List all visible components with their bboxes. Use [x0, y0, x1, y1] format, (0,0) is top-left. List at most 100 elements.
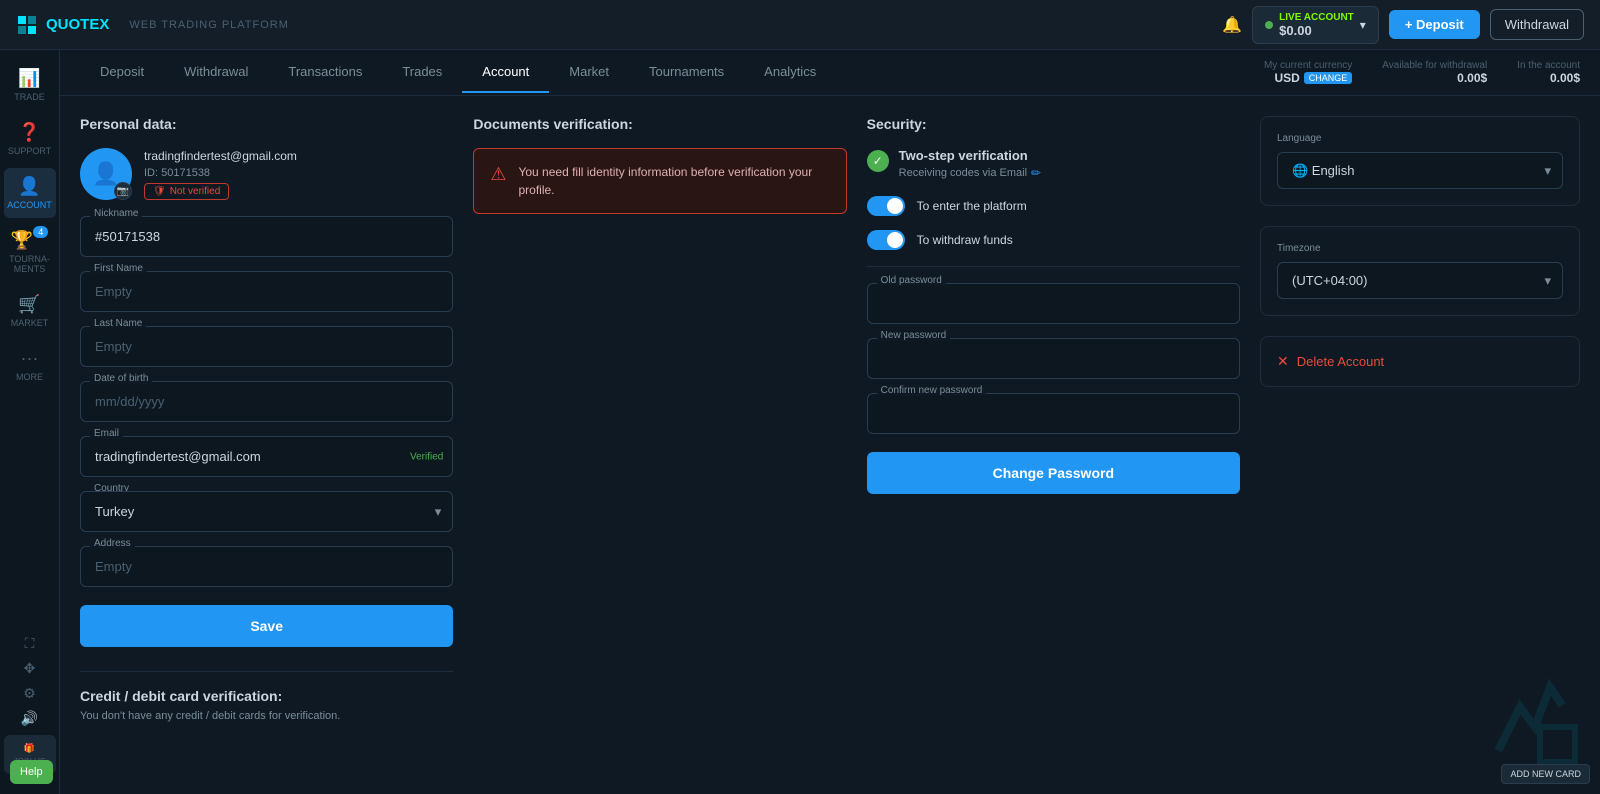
sidebar-item-account[interactable]: 👤 ACCOUNT [4, 168, 56, 218]
logo: QUOTEX [16, 14, 109, 36]
tab-tournaments[interactable]: Tournaments [629, 52, 744, 93]
address-input[interactable] [80, 546, 453, 587]
main-content: Deposit Withdrawal Transactions Trades A… [60, 50, 1600, 794]
country-select[interactable]: Turkey United States Germany [80, 491, 453, 532]
live-label: LIVE ACCOUNT [1279, 12, 1354, 23]
volume-icon[interactable]: 🔊 [21, 710, 38, 727]
add-new-card-button[interactable]: ADD NEW CARD [1501, 764, 1590, 784]
toggle-withdraw[interactable] [867, 230, 905, 250]
toggle-withdraw-label: To withdraw funds [917, 233, 1013, 247]
email-label: Email [90, 428, 123, 439]
documents-section: Documents verification: ⚠ You need fill … [473, 116, 846, 722]
nickname-field: Nickname [80, 216, 453, 257]
profile-info: tradingfindertest@gmail.com ID: 50171538… [144, 149, 297, 200]
email-field: Email Verified [80, 436, 453, 477]
available-withdrawal: Available for withdrawal 0.00$ [1382, 60, 1487, 85]
toggle-platform-label: To enter the platform [917, 199, 1027, 213]
first-name-input[interactable] [80, 271, 453, 312]
sidebar-item-trade[interactable]: 📊 TRADE [4, 60, 56, 110]
tab-market[interactable]: Market [549, 52, 629, 93]
sidebar-item-support[interactable]: ❓ SUPPORT [4, 114, 56, 164]
live-account-button[interactable]: LIVE ACCOUNT $0.00 ▾ [1252, 6, 1379, 44]
currency-bar: My current currency USD CHANGE Available… [1264, 60, 1580, 85]
edit-icon[interactable]: ✏ [1031, 166, 1041, 180]
in-account: In the account 0.00$ [1517, 60, 1580, 85]
timezone-select[interactable]: (UTC+04:00) (UTC+00:00) (UTC-05:00) [1277, 262, 1563, 299]
dob-input[interactable] [80, 381, 453, 422]
security-title: Security: [867, 116, 1240, 132]
tab-analytics[interactable]: Analytics [744, 52, 836, 93]
topbar-right: 🔔 LIVE ACCOUNT $0.00 ▾ + Deposit Withdra… [1222, 6, 1584, 44]
deposit-button[interactable]: + Deposit [1389, 10, 1480, 39]
notification-bell[interactable]: 🔔 [1222, 15, 1242, 35]
language-select-wrapper: 🌐 English 🌐 Turkish 🌐 Russian [1277, 152, 1563, 189]
profile-email: tradingfindertest@gmail.com [144, 149, 297, 163]
live-dot [1265, 21, 1273, 29]
tab-transactions[interactable]: Transactions [268, 52, 382, 93]
nickname-input[interactable] [80, 216, 453, 257]
last-name-input[interactable] [80, 326, 453, 367]
email-input[interactable] [80, 436, 453, 477]
old-password-label: Old password [877, 275, 946, 286]
withdrawal-button[interactable]: Withdrawal [1490, 9, 1584, 40]
sidebar-label-more: MORE [16, 372, 43, 382]
sidebar-label-account: ACCOUNT [7, 200, 52, 210]
sidebar-item-more[interactable]: ··· MORE [4, 340, 56, 390]
timezone-label: Timezone [1277, 243, 1563, 254]
right-panel: Language 🌐 English 🌐 Turkish 🌐 Russian T… [1260, 116, 1580, 722]
two-step-title: Two-step verification [899, 148, 1041, 163]
first-name-field: First Name [80, 271, 453, 312]
first-name-label: First Name [90, 263, 147, 274]
more-icon: ··· [21, 348, 39, 369]
language-card: Language 🌐 English 🌐 Turkish 🌐 Russian [1260, 116, 1580, 206]
change-badge[interactable]: CHANGE [1304, 72, 1353, 84]
dob-field: Date of birth [80, 381, 453, 422]
sidebar-item-market[interactable]: 🛒 MARKET [4, 286, 56, 336]
tab-trades[interactable]: Trades [382, 52, 462, 93]
balance-value: $0.00 [1279, 23, 1312, 38]
new-password-field: New password [867, 338, 1240, 379]
old-password-input[interactable] [867, 283, 1240, 324]
sidebar-label-trade: TRADE [14, 92, 45, 102]
topbar: QUOTEX WEB TRADING PLATFORM 🔔 LIVE ACCOU… [0, 0, 1600, 50]
secondary-nav: Deposit Withdrawal Transactions Trades A… [80, 52, 836, 93]
sidebar-label-support: SUPPORT [8, 146, 51, 156]
confirm-password-field: Confirm new password [867, 393, 1240, 434]
shield-icon: 🛡 [153, 186, 166, 197]
settings-icon[interactable]: ⚙ [23, 685, 36, 702]
toggle-platform[interactable] [867, 196, 905, 216]
help-button[interactable]: Help [10, 760, 53, 784]
documents-alert: ⚠ You need fill identity information bef… [473, 148, 846, 214]
tab-account[interactable]: Account [462, 52, 549, 93]
credit-sub: You don't have any credit / debit cards … [80, 710, 453, 722]
documents-title: Documents verification: [473, 116, 846, 132]
current-currency: My current currency USD CHANGE [1264, 60, 1352, 85]
camera-icon[interactable]: 📷 [114, 182, 132, 200]
expand-icon[interactable]: ⛶ [25, 635, 35, 652]
credit-section: Credit / debit card verification: You do… [80, 671, 453, 722]
save-button[interactable]: Save [80, 605, 453, 647]
alert-text: You need fill identity information befor… [518, 163, 829, 199]
two-step-row: ✓ Two-step verification Receiving codes … [867, 148, 1240, 180]
layout: 📊 TRADE ❓ SUPPORT 👤 ACCOUNT 🏆4 TOURNA-ME… [0, 50, 1600, 794]
tab-withdrawal[interactable]: Withdrawal [164, 52, 268, 93]
timezone-card: Timezone (UTC+04:00) (UTC+00:00) (UTC-05… [1260, 226, 1580, 316]
old-password-field: Old password [867, 283, 1240, 324]
last-name-label: Last Name [90, 318, 146, 329]
delete-x-icon: ✕ [1277, 353, 1289, 370]
delete-account-card: ✕ Delete Account [1260, 336, 1580, 387]
security-section: Security: ✓ Two-step verification Receiv… [867, 116, 1240, 722]
credit-title: Credit / debit card verification: [80, 688, 453, 704]
chevron-down-icon: ▾ [1360, 18, 1366, 32]
tab-deposit[interactable]: Deposit [80, 52, 164, 93]
check-circle: ✓ [867, 150, 889, 172]
change-password-button[interactable]: Change Password [867, 452, 1240, 494]
sidebar-item-tournaments[interactable]: 🏆4 TOURNA-MENTS [4, 222, 56, 282]
confirm-password-input[interactable] [867, 393, 1240, 434]
move-icon[interactable]: ✥ [24, 660, 36, 677]
account-icon: 👤 [18, 176, 40, 197]
market-icon: 🛒 [18, 294, 40, 315]
new-password-input[interactable] [867, 338, 1240, 379]
language-select[interactable]: 🌐 English 🌐 Turkish 🌐 Russian [1277, 152, 1563, 189]
delete-account-button[interactable]: ✕ Delete Account [1277, 353, 1563, 370]
